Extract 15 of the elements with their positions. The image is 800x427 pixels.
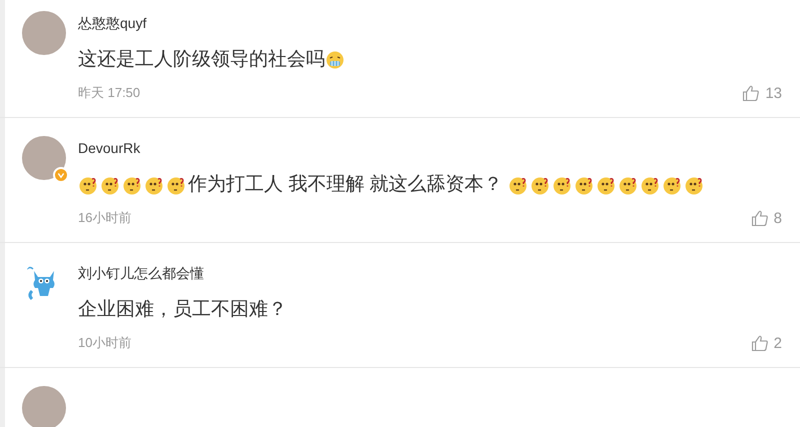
user-name[interactable]: DevourRk [78, 140, 800, 160]
comment-text: 这还是工人阶级领导的社会吗 [78, 48, 325, 72]
avatar-photo[interactable] [22, 386, 66, 427]
avatar-photo[interactable] [22, 11, 66, 55]
timestamp: 昨天 17:50 [78, 84, 140, 102]
user-name[interactable]: 刘小钉儿怎么都会懂 [78, 265, 800, 285]
comment-text: 企业困难，员工不困难？ [78, 298, 287, 322]
avatar-photo[interactable] [22, 136, 66, 180]
thumbs-up-icon [750, 209, 769, 227]
timestamp: 10小时前 [78, 334, 132, 352]
user-name[interactable]: 怂憨憨quyf [78, 15, 800, 35]
timestamp: 16小时前 [78, 209, 132, 227]
comment-text: 作为打工人 我不理解 就这么舔资本？ [188, 173, 504, 197]
thumbs-up-icon [750, 334, 769, 352]
thumbs-up-icon [742, 84, 760, 102]
